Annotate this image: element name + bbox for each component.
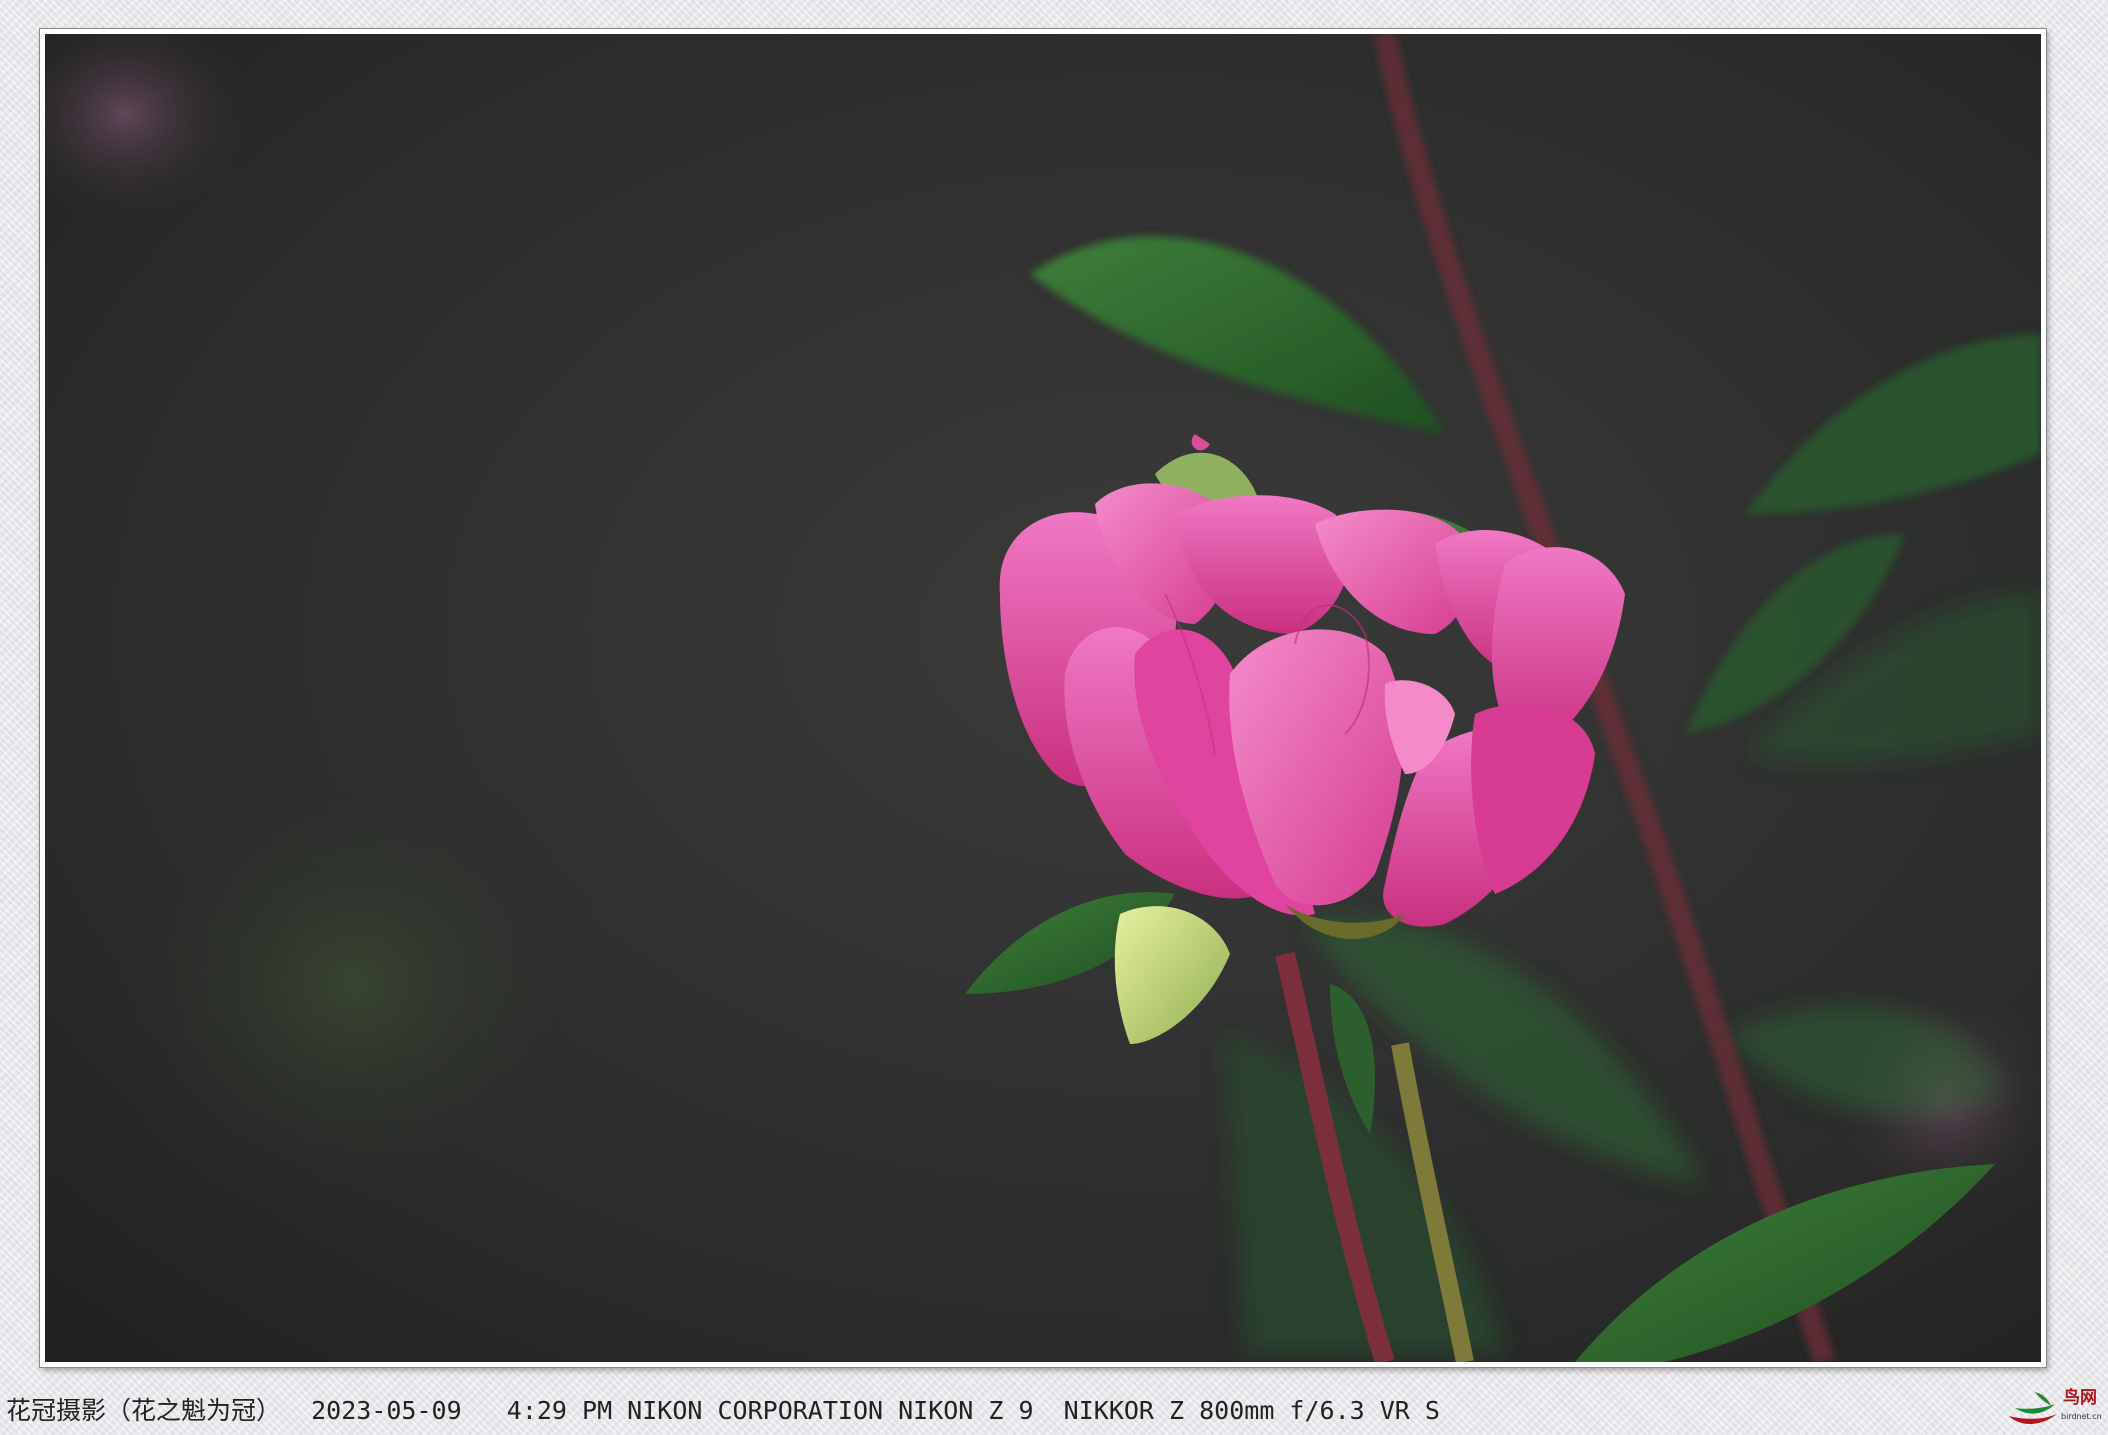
- birdnet-logo: 鸟网 birdnet.cn: [2005, 1386, 2102, 1430]
- photo-caption: 花冠摄影（花之魁为冠） 2023-05-09 4:29 PM NIKON COR…: [6, 1396, 1440, 1425]
- peony-photo: [45, 34, 2041, 1362]
- background-green-blur: [95, 744, 615, 1224]
- photograph: [45, 34, 2041, 1362]
- watermark-site: birdnet.cn: [2061, 1412, 2102, 1421]
- birdnet-swoosh-icon: [2009, 1392, 2057, 1424]
- watermark-name: 鸟网: [2063, 1388, 2097, 1408]
